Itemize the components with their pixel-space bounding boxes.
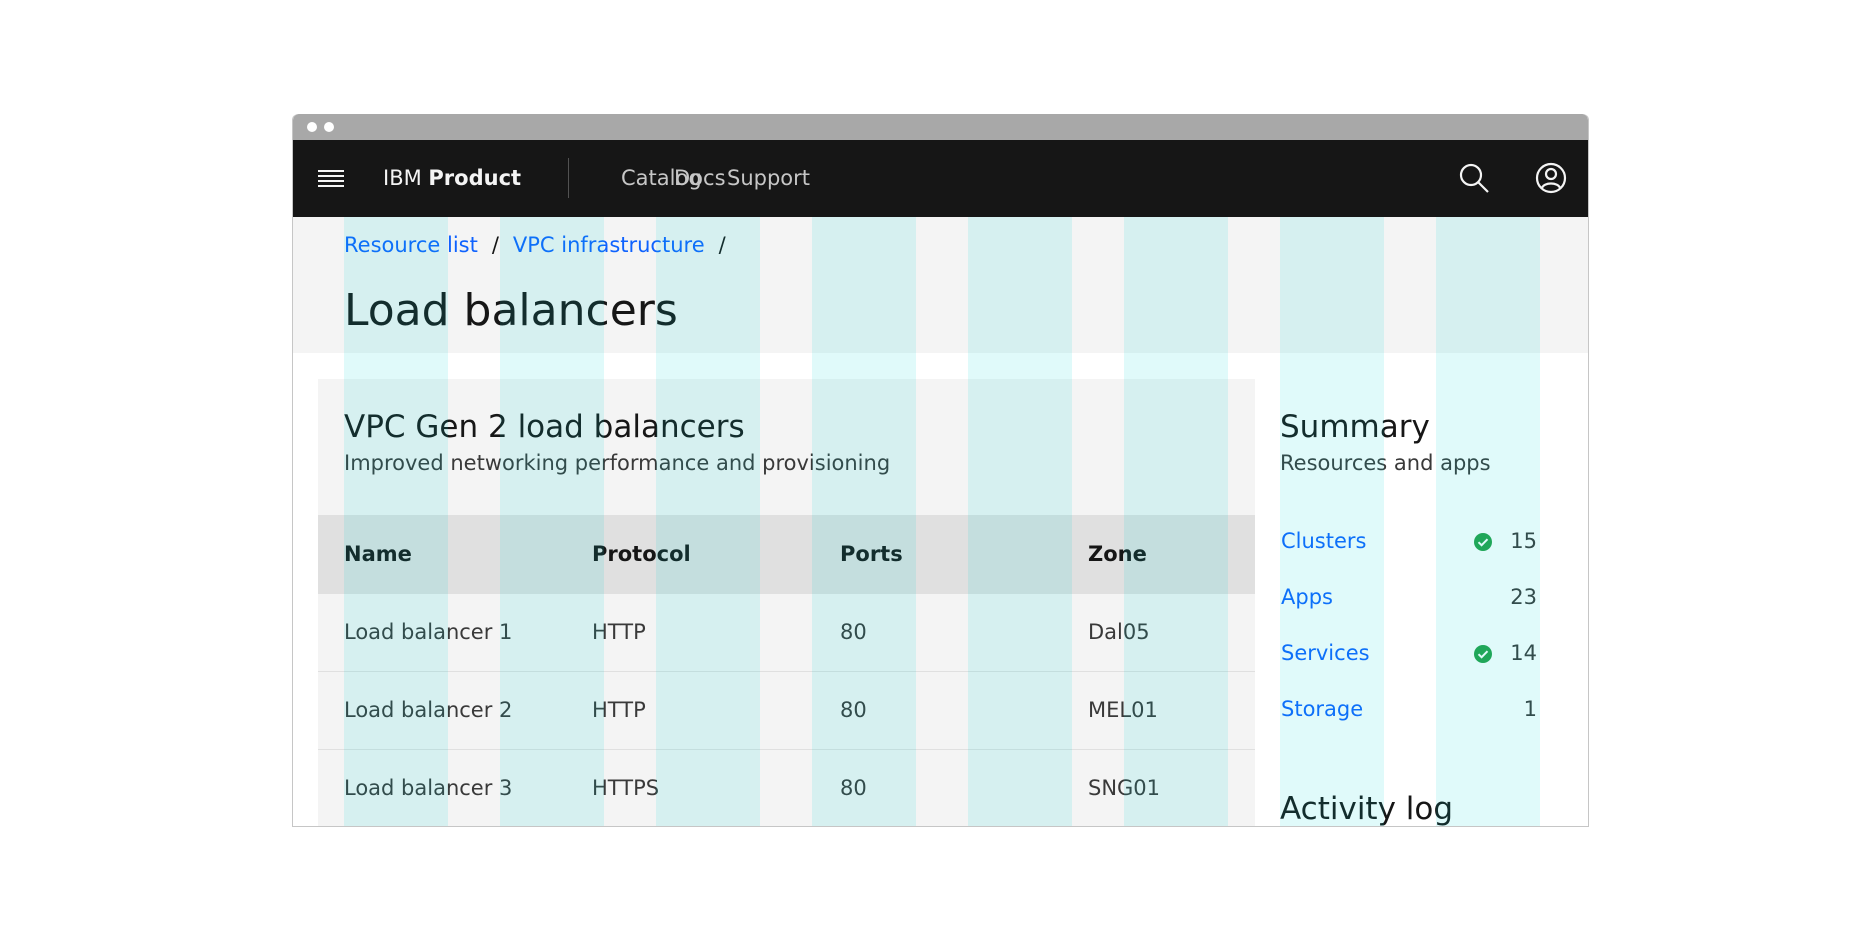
tile-subtitle: Improved networking performance and prov… bbox=[344, 451, 891, 475]
browser-chrome bbox=[293, 114, 1588, 140]
summary-link-storage[interactable]: Storage bbox=[1281, 697, 1363, 721]
brand-name: Product bbox=[428, 166, 522, 190]
checkmark-filled-icon bbox=[1473, 644, 1493, 664]
load-balancers-tile: VPC Gen 2 load balancers Improved networ… bbox=[318, 379, 1255, 826]
brand-prefix: IBM bbox=[383, 166, 422, 190]
browser-window: IBM Product Catalog Docs Support Resourc… bbox=[292, 114, 1589, 827]
summary-subtitle: Resources and apps bbox=[1280, 451, 1491, 475]
summary-link-services[interactable]: Services bbox=[1281, 641, 1370, 665]
breadcrumb-separator: / bbox=[718, 233, 726, 257]
summary-count-apps: 23 bbox=[1510, 585, 1537, 609]
column-header-name[interactable]: Name bbox=[344, 515, 412, 593]
column-header-zone[interactable]: Zone bbox=[1088, 515, 1147, 593]
summary-link-apps[interactable]: Apps bbox=[1281, 585, 1333, 609]
page-content: Resource list / VPC infrastructure / Loa… bbox=[293, 217, 1588, 827]
summary-count-clusters: 15 bbox=[1510, 529, 1537, 553]
search-icon[interactable] bbox=[1456, 160, 1492, 196]
window-dot bbox=[324, 122, 334, 132]
cell-protocol: HTTP bbox=[592, 698, 646, 722]
table-row[interactable]: Load balancer 2 HTTP 80 MEL01 bbox=[318, 671, 1255, 749]
cell-name: Load balancer 3 bbox=[344, 776, 513, 800]
cell-zone: SNG01 bbox=[1088, 776, 1161, 800]
cell-name: Load balancer 2 bbox=[344, 698, 513, 722]
summary-item-storage: Storage 1 bbox=[1281, 685, 1537, 741]
summary-item-services: Services 14 bbox=[1281, 629, 1537, 685]
nav-item-support[interactable]: Support bbox=[727, 140, 810, 217]
cell-protocol: HTTP bbox=[592, 620, 646, 644]
hamburger-menu-icon[interactable] bbox=[317, 164, 345, 192]
summary-count-services: 14 bbox=[1510, 641, 1537, 665]
cell-ports: 80 bbox=[840, 698, 867, 722]
column-header-ports[interactable]: Ports bbox=[840, 515, 903, 593]
user-avatar-icon[interactable] bbox=[1533, 160, 1569, 196]
checkmark-filled-icon bbox=[1473, 532, 1493, 552]
summary-list: Clusters 15 Apps 23 Services 14 Storage … bbox=[1281, 517, 1537, 741]
table-row[interactable]: Load balancer 3 HTTPS 80 SNG01 bbox=[318, 749, 1255, 826]
activity-log-title: Activity log bbox=[1280, 791, 1454, 827]
cell-zone: MEL01 bbox=[1088, 698, 1158, 722]
cell-name: Load balancer 1 bbox=[344, 620, 513, 644]
cell-zone: Dal05 bbox=[1088, 620, 1150, 644]
page-title: Load balancers bbox=[344, 285, 678, 336]
breadcrumb-item-vpc-infrastructure[interactable]: VPC infrastructure bbox=[513, 233, 705, 257]
cell-ports: 80 bbox=[840, 620, 867, 644]
table-header: Name Protocol Ports Zone bbox=[318, 515, 1255, 593]
breadcrumb-separator: / bbox=[491, 233, 499, 257]
tile-title: VPC Gen 2 load balancers bbox=[344, 409, 745, 445]
product-name[interactable]: IBM Product bbox=[383, 140, 521, 217]
cell-protocol: HTTPS bbox=[592, 776, 660, 800]
header-divider bbox=[568, 158, 569, 198]
summary-title: Summary bbox=[1280, 409, 1430, 445]
ui-shell-header: IBM Product Catalog Docs Support bbox=[293, 140, 1588, 217]
summary-link-clusters[interactable]: Clusters bbox=[1281, 529, 1366, 553]
breadcrumb: Resource list / VPC infrastructure / bbox=[344, 233, 740, 257]
table-row[interactable]: Load balancer 1 HTTP 80 Dal05 bbox=[318, 593, 1255, 671]
summary-item-clusters: Clusters 15 bbox=[1281, 517, 1537, 573]
column-header-protocol[interactable]: Protocol bbox=[592, 515, 691, 593]
nav-item-docs[interactable]: Docs bbox=[674, 140, 726, 217]
cell-ports: 80 bbox=[840, 776, 867, 800]
summary-item-apps: Apps 23 bbox=[1281, 573, 1537, 629]
window-dot bbox=[307, 122, 317, 132]
summary-count-storage: 1 bbox=[1523, 697, 1537, 721]
load-balancer-table: Name Protocol Ports Zone Load balancer 1… bbox=[318, 515, 1255, 826]
breadcrumb-item-resource-list[interactable]: Resource list bbox=[344, 233, 478, 257]
